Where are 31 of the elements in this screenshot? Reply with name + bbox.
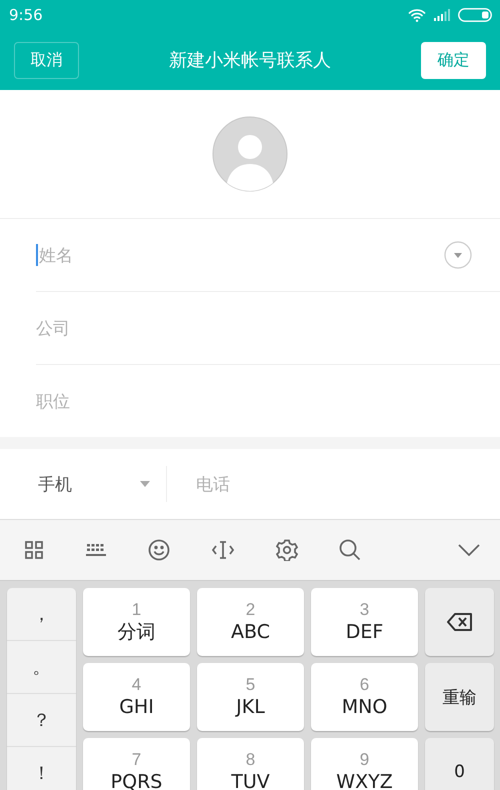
keyboard-key[interactable]: 6 MNO [311, 663, 418, 731]
keyboard-key[interactable]: 3 DEF [311, 588, 418, 656]
cursor-icon[interactable] [211, 539, 235, 561]
status-time: 9:56 [9, 6, 43, 24]
punctuation-key[interactable]: ， [7, 588, 76, 641]
battery-icon [458, 8, 492, 22]
collapse-icon[interactable] [458, 544, 480, 556]
punctuation-key[interactable]: 。 [7, 641, 76, 694]
keyboard-key[interactable]: 重输 [425, 663, 494, 731]
keyboard-key[interactable]: 9 WXYZ [311, 738, 418, 790]
settings-icon[interactable] [276, 539, 298, 561]
keyboard-key[interactable]: 4 GHI [83, 663, 190, 731]
emoji-icon[interactable] [148, 539, 170, 561]
keyboard-key[interactable]: 2 ABC [197, 588, 304, 656]
punctuation-key[interactable]: ！ [7, 747, 76, 790]
page-title: 新建小米帐号联系人 [169, 49, 331, 72]
wifi-icon [408, 8, 426, 22]
punctuation-key[interactable]: ？ [7, 694, 76, 747]
dropdown-icon[interactable] [444, 241, 472, 269]
keyboard-key[interactable]: 1 分词 [83, 588, 190, 656]
keyboard-icon[interactable] [85, 542, 107, 558]
phone-type-dropdown[interactable]: 手机 [38, 472, 150, 496]
signal-icon [434, 9, 450, 21]
backspace-key[interactable] [425, 588, 494, 656]
keyboard-key[interactable]: 8 TUV [197, 738, 304, 790]
search-icon[interactable] [339, 539, 361, 561]
grid-icon[interactable] [24, 540, 44, 560]
backspace-icon [446, 613, 472, 631]
dropdown-arrow-icon [140, 481, 150, 487]
keyboard-key[interactable]: 0 [425, 738, 494, 790]
keyboard-key[interactable]: 5 JKL [197, 663, 304, 731]
